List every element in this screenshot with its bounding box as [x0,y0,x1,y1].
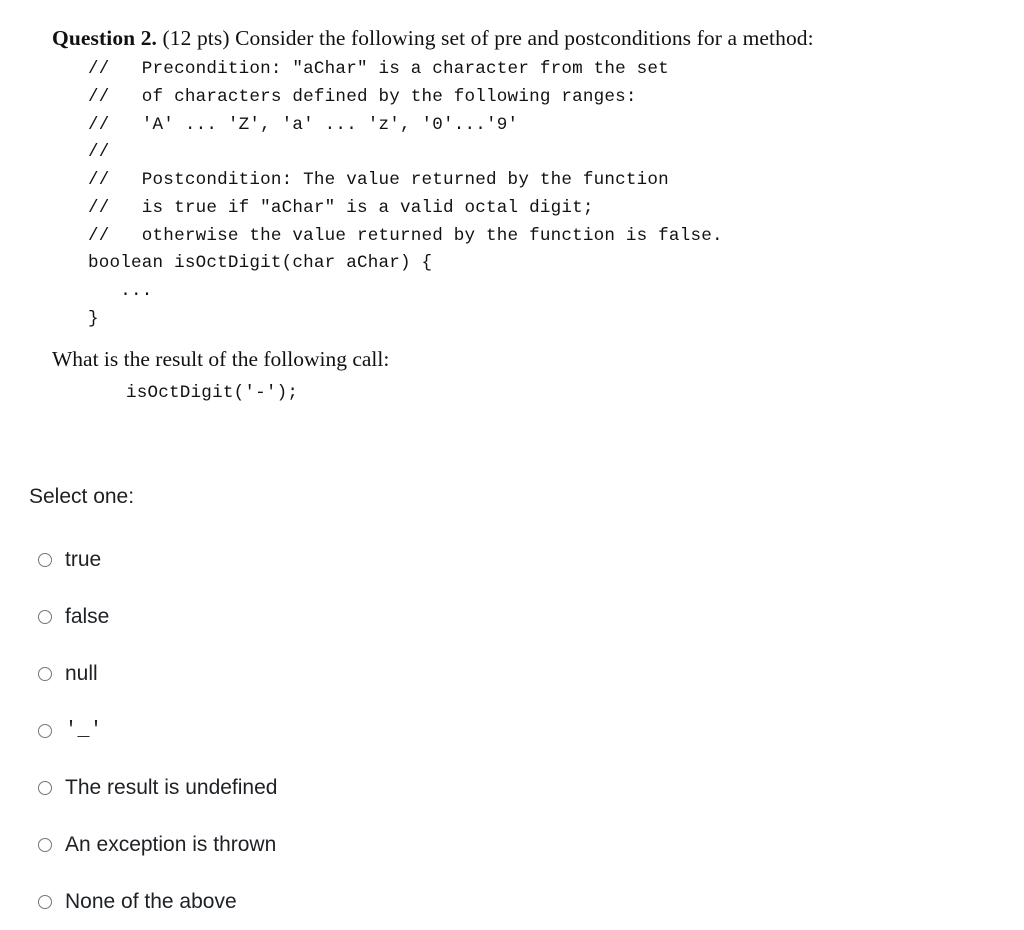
option-label: The result is undefined [65,776,278,800]
option-label: None of the above [65,890,237,914]
question-stem: Question 2. (12 pts) Consider the follow… [0,0,1024,51]
radio-button-opt-true[interactable] [38,552,52,567]
option-row[interactable]: false [0,588,1024,645]
radio-button-opt-false[interactable] [38,609,52,624]
option-row[interactable]: The result is undefined [0,759,1024,816]
option-label: An exception is thrown [65,833,277,857]
option-label: true [65,548,102,572]
option-row[interactable]: '_' [0,702,1024,759]
option-row[interactable]: null [0,645,1024,702]
radio-button-opt-null[interactable] [38,666,52,681]
answer-area: Select one: true false null '_' The result i… [0,484,1024,930]
question-followup-text: What is the result of the following call… [52,347,390,372]
radio-button-opt-undefined[interactable] [38,780,52,795]
question-block: Question 2. (12 pts) Consider the follow… [0,0,1024,407]
radio-button-opt-exception[interactable] [38,837,52,852]
radio-button-opt-underscore[interactable] [38,723,52,738]
question-number: Question 2. [52,26,158,50]
method-call-code: isOctDigit('-'); [126,382,299,403]
option-label: false [65,605,110,629]
select-one-prompt: Select one: [29,485,135,508]
option-label: '_' [65,718,103,742]
option-row[interactable]: None of the above [0,873,1024,930]
option-label: null [65,662,98,686]
option-row[interactable]: An exception is thrown [0,816,1024,873]
answer-option-list: true false null '_' The result is undefined A… [0,531,1024,930]
precondition-code-block: // Precondition: "aChar" is a character … [88,59,723,329]
question-points-value: (12 pts) [162,26,230,50]
option-row[interactable]: true [0,531,1024,588]
question-stem-text: Consider the following set of pre and po… [235,26,814,50]
